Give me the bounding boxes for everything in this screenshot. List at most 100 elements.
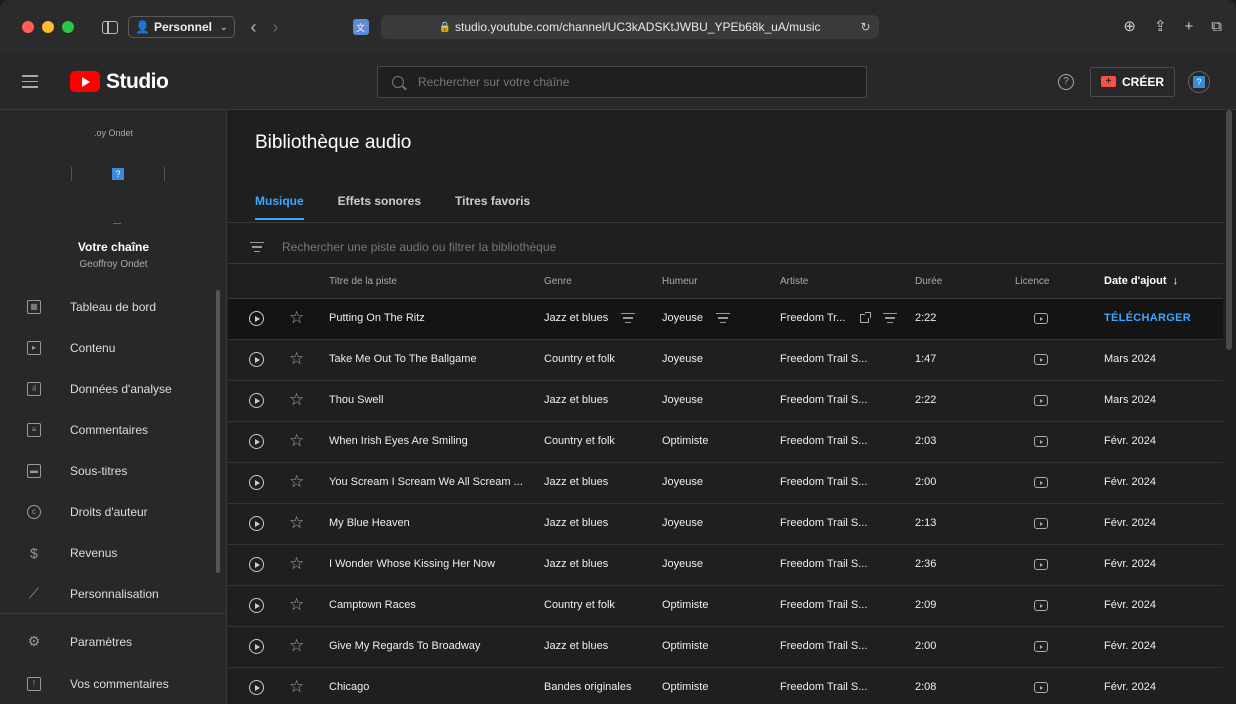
sidebar-item-copyright[interactable]: c Droits d'auteur [0, 491, 215, 532]
column-artist[interactable]: Artiste [780, 276, 808, 287]
star-icon[interactable]: ☆ [289, 390, 304, 410]
tab-overview-icon[interactable]: ⧉ [1211, 18, 1222, 35]
play-icon[interactable] [249, 516, 264, 531]
column-mood[interactable]: Humeur [662, 276, 698, 287]
track-duration: 2:00 [915, 640, 937, 652]
table-row[interactable]: ☆ You Scream I Scream We All Scream ... … [228, 463, 1223, 504]
sidebar-item-feedback[interactable]: ! Vos commentaires [0, 663, 215, 704]
sidebar-item-dashboard[interactable]: ▦ Tableau de bord [0, 286, 215, 327]
license-icon[interactable] [1034, 559, 1048, 570]
reload-icon[interactable]: ↻ [860, 20, 870, 34]
license-icon[interactable] [1034, 600, 1048, 611]
studio-logo[interactable]: Studio [70, 70, 169, 94]
play-icon[interactable] [249, 434, 264, 449]
sidebar-item-content[interactable]: ▸ Contenu [0, 327, 215, 368]
sidebar-item-settings[interactable]: ⚙ Paramètres [0, 621, 215, 662]
sidebar-item-earn[interactable]: $ Revenus [0, 532, 215, 573]
account-avatar[interactable]: ? [1188, 70, 1210, 93]
close-window-button[interactable] [22, 21, 34, 33]
create-button[interactable]: + CRÉER [1090, 66, 1175, 97]
channel-avatar[interactable]: ? [71, 167, 165, 181]
play-icon[interactable] [249, 557, 264, 572]
play-icon[interactable] [249, 393, 264, 408]
license-icon[interactable] [1034, 477, 1048, 488]
window-controls [22, 21, 74, 33]
sidebar-item-customization[interactable]: ⟋ Personnalisation [0, 573, 215, 614]
share-icon[interactable]: ⇪ [1154, 17, 1167, 35]
profile-selector[interactable]: 👤 Personnel ⌄ [128, 16, 235, 38]
lock-icon: 🔒 [438, 21, 451, 33]
forward-icon[interactable]: › [273, 17, 279, 38]
table-row[interactable]: ☆ Take Me Out To The Ballgame Country et… [228, 340, 1223, 381]
library-filter[interactable]: Rechercher une piste audio ou filtrer la… [250, 232, 556, 262]
table-row[interactable]: ☆ Putting On The Ritz Jazz et blues Joye… [228, 299, 1223, 340]
license-icon[interactable] [1034, 518, 1048, 529]
menu-icon[interactable] [22, 75, 38, 88]
play-icon[interactable] [249, 475, 264, 490]
track-date-added: Mars 2024 [1104, 353, 1156, 365]
track-date-added: Févr. 2024 [1104, 558, 1156, 570]
help-icon[interactable]: ? [1058, 73, 1074, 90]
star-icon[interactable]: ☆ [289, 636, 304, 656]
table-row[interactable]: ☆ Chicago Bandes originales Optimiste Fr… [228, 668, 1223, 704]
tab-sound-effects[interactable]: Effets sonores [338, 194, 421, 220]
filter-icon[interactable] [716, 313, 731, 324]
star-icon[interactable]: ☆ [289, 677, 304, 697]
zoom-window-button[interactable] [62, 21, 74, 33]
tab-music[interactable]: Musique [255, 194, 304, 220]
table-row[interactable]: ☆ Thou Swell Jazz et blues Joyeuse Freed… [228, 381, 1223, 422]
column-title[interactable]: Titre de la piste [329, 276, 397, 287]
column-genre[interactable]: Genre [544, 276, 572, 287]
license-icon[interactable] [1034, 354, 1048, 365]
star-icon[interactable]: ☆ [289, 554, 304, 574]
star-icon[interactable]: ☆ [289, 349, 304, 369]
table-row[interactable]: ☆ My Blue Heaven Jazz et blues Joyeuse F… [228, 504, 1223, 545]
star-icon[interactable]: ☆ [289, 595, 304, 615]
filter-icon[interactable] [621, 313, 636, 324]
track-mood: Joyeuse [662, 558, 703, 570]
column-duration[interactable]: Durée [915, 276, 942, 287]
filter-icon[interactable] [882, 313, 897, 324]
table-row[interactable]: ☆ Camptown Races Country et folk Optimis… [228, 586, 1223, 627]
table-row[interactable]: ☆ When Irish Eyes Are Smiling Country et… [228, 422, 1223, 463]
address-bar[interactable]: 🔒 studio.youtube.com/channel/UC3kADSKtJW… [380, 15, 879, 39]
license-icon[interactable] [1034, 313, 1048, 324]
download-icon[interactable]: ⊕ [1123, 17, 1136, 35]
sidebar-item-label: Contenu [70, 340, 116, 355]
new-tab-icon[interactable]: + [1185, 18, 1194, 35]
sidebar-toggle-icon[interactable] [102, 20, 118, 34]
play-icon[interactable] [249, 598, 264, 613]
star-icon[interactable]: ☆ [289, 513, 304, 533]
download-button[interactable]: TÉLÉCHARGER [1104, 312, 1191, 324]
table-row[interactable]: ☆ Give My Regards To Broadway Jazz et bl… [228, 627, 1223, 668]
star-icon[interactable]: ☆ [289, 431, 304, 451]
channel-search[interactable] [377, 65, 867, 98]
sidebar-scrollbar[interactable] [216, 290, 220, 573]
license-icon[interactable] [1034, 682, 1048, 693]
column-date-added[interactable]: Date d'ajout ↓ [1104, 275, 1178, 287]
table-row[interactable]: ☆ I Wonder Whose Kissing Her Now Jazz et… [228, 545, 1223, 586]
license-icon[interactable] [1034, 395, 1048, 406]
license-icon[interactable] [1034, 641, 1048, 652]
minimize-window-button[interactable] [42, 21, 54, 33]
star-icon[interactable]: ☆ [289, 308, 304, 328]
play-icon[interactable] [249, 680, 264, 695]
filter-placeholder[interactable]: Rechercher une piste audio ou filtrer la… [282, 240, 556, 254]
person-icon: 👤 [135, 20, 150, 34]
tab-favorites[interactable]: Titres favoris [455, 194, 530, 220]
play-icon[interactable] [249, 639, 264, 654]
sidebar-item-comments[interactable]: ≡ Commentaires [0, 409, 215, 450]
back-icon[interactable]: ‹ [251, 17, 257, 38]
license-icon[interactable] [1034, 436, 1048, 447]
filter-icon[interactable] [250, 241, 264, 253]
play-icon[interactable] [249, 352, 264, 367]
main-scrollbar[interactable] [1226, 110, 1232, 350]
play-icon[interactable] [249, 311, 264, 326]
track-mood: Optimiste [662, 681, 709, 693]
search-input[interactable] [418, 74, 818, 89]
external-link-icon[interactable] [860, 311, 872, 323]
star-icon[interactable]: ☆ [289, 472, 304, 492]
sidebar-item-analytics[interactable]: ıl Données d'analyse [0, 368, 215, 409]
sidebar-item-subtitles[interactable]: ▬ Sous-titres [0, 450, 215, 491]
column-license[interactable]: Licence [1015, 276, 1049, 287]
